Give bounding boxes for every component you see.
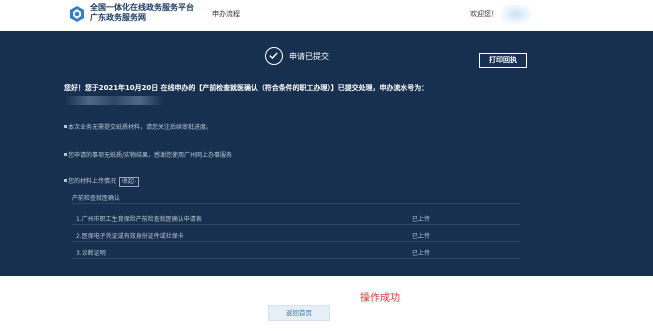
site-name-line1: 全国一体化在线政务服务平台 bbox=[90, 3, 194, 12]
user-name-blurred[interactable] bbox=[500, 4, 532, 24]
material-row: 3.诊断证明 已上传 bbox=[72, 245, 520, 259]
platform-logo-icon bbox=[70, 6, 84, 22]
back-home-button[interactable]: 返回首页 bbox=[268, 305, 330, 321]
bullet-icon bbox=[64, 125, 67, 128]
bullet-icon bbox=[64, 153, 67, 156]
nav-apply-process[interactable]: 申办流程 bbox=[212, 9, 240, 19]
welcome-text: 欢迎您！ bbox=[470, 10, 498, 18]
materials-section-title: 产前检查就医确认 bbox=[72, 195, 121, 202]
material-status: 已上传 bbox=[412, 250, 431, 257]
site-name-line2: 广东政务服务网 bbox=[90, 13, 146, 22]
print-receipt-button[interactable]: 打印回执 bbox=[479, 53, 527, 68]
upload-status-label: 您的材料上传情况 bbox=[68, 178, 117, 185]
material-name: 1.广州市职工生育保险产前检查就医确认申请表 bbox=[76, 216, 202, 223]
material-name: 2.医保电子凭证或有效身份证件或社保卡 bbox=[76, 233, 184, 240]
check-circle-icon bbox=[265, 47, 283, 65]
success-message: 操作成功 bbox=[360, 293, 400, 304]
note-no-paper: 本次业务无需提交纸质材料，请您关注后续审批进度。 bbox=[68, 124, 213, 131]
material-status: 已上传 bbox=[412, 216, 431, 223]
bullet-icon bbox=[64, 179, 67, 182]
note-no-physical-result: 您申请的事项无纸质/实物结果，感谢您使用广州网上办事服务 bbox=[68, 152, 233, 159]
serial-number-blurred bbox=[64, 96, 164, 105]
material-name: 3.诊断证明 bbox=[76, 250, 106, 257]
submitted-title: 申请已提交 bbox=[289, 52, 329, 61]
submission-intro: 您好！您于2021年10月20日 在线申办的【产前检查就医确认（符合条件的职工办… bbox=[64, 84, 429, 92]
material-row: 2.医保电子凭证或有效身份证件或社保卡 已上传 bbox=[72, 228, 520, 242]
top-header: 全国一体化在线政务服务平台 广东政务服务网 申办流程 欢迎您！ bbox=[0, 0, 653, 30]
collapse-toggle[interactable]: 收起- bbox=[119, 177, 140, 187]
material-status: 已上传 bbox=[412, 233, 431, 240]
materials-divider bbox=[72, 203, 520, 204]
site-brand[interactable]: 全国一体化在线政务服务平台 广东政务服务网 bbox=[90, 3, 194, 23]
note-upload-status: 您的材料上传情况 收起- bbox=[68, 176, 140, 187]
material-row: 1.广州市职工生育保险产前检查就医确认申请表 已上传 bbox=[72, 211, 520, 225]
